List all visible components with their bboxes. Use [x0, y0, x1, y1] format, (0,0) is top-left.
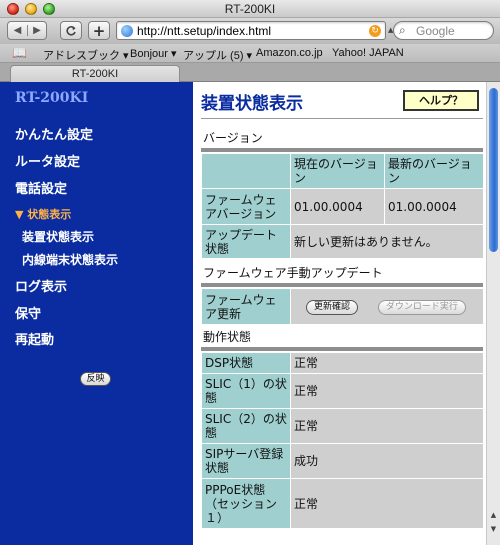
table-row: 現在のバージョン 最新のバージョン [201, 153, 484, 189]
table-row: PPPoE状態（セッション１） 正常 [201, 478, 484, 529]
sidebar-item-extension-status[interactable]: 内線端末状態表示 [22, 251, 118, 268]
firmware-update-label: ファームウェア更新 [201, 288, 291, 325]
pppoe-status-value: 正常 [290, 478, 484, 529]
update-status-label: アップデート状態 [201, 224, 291, 259]
table-cell-empty [201, 153, 291, 189]
url-text[interactable]: http://ntt.setup/index.html [137, 24, 271, 38]
sidebar-item-status-display[interactable]: ▼ 状態表示 [15, 206, 71, 222]
sidebar-title: RT-200KI [15, 90, 89, 106]
book-icon[interactable]: 📖 [12, 46, 27, 60]
site-globe-icon [121, 25, 133, 37]
reload-icon [66, 25, 76, 36]
address-bar[interactable]: http://ntt.setup/index.html ↻ [116, 21, 386, 40]
header-current-version: 現在のバージョン [290, 153, 385, 189]
search-input[interactable]: ⌕ Google [393, 21, 494, 40]
sip-status-label: SIPサーバ登録状態 [201, 443, 291, 479]
search-icon: ⌕ [399, 23, 406, 37]
version-table: 現在のバージョン 最新のバージョン ファームウェアバージョン 01.00.000… [201, 153, 484, 259]
apply-button[interactable]: 反映 [80, 372, 111, 386]
sidebar: RT-200KI かんたん設定 ルータ設定 電話設定 ▼ 状態表示 装置状態表示… [0, 82, 193, 545]
sip-status-value: 成功 [290, 443, 484, 479]
section-version-bar [201, 148, 483, 152]
check-update-button[interactable]: 更新確認 [306, 300, 359, 315]
page-title: 装置状態表示 [201, 94, 303, 114]
table-row: DSP状態 正常 [201, 352, 484, 374]
section-version-label: バージョン [203, 131, 263, 145]
scroll-down-icon[interactable]: ▼ [488, 524, 499, 535]
reload-button[interactable] [60, 21, 82, 40]
bookmark-apple[interactable]: アップル (5) ▾ [183, 47, 252, 63]
sidebar-item-device-status[interactable]: 装置状態表示 [22, 228, 94, 245]
main-content: 装置状態表示 ヘルプ？ バージョン 現在のバージョン 最新のバージョン ファーム… [193, 82, 486, 545]
back-forward-buttons: ◀ ▶ [7, 21, 47, 40]
slic1-status-label: SLIC（1）の状態 [201, 373, 291, 409]
slic2-status-label: SLIC（2）の状態 [201, 408, 291, 444]
table-row: ファームウェア更新 更新確認 ダウンロード実行 [201, 288, 484, 325]
sidebar-item-router-settings[interactable]: ルータ設定 [15, 151, 80, 170]
firmware-version-label: ファームウェアバージョン [201, 188, 291, 225]
bookmark-bonjour[interactable]: Bonjour ▾ [130, 47, 177, 60]
section-manual-update-bar [201, 283, 483, 287]
scrollbar-thumb[interactable] [489, 88, 498, 252]
bookmark-amazon[interactable]: Amazon.co.jp [256, 47, 323, 59]
manual-update-table: ファームウェア更新 更新確認 ダウンロード実行 [201, 288, 484, 325]
forward-arrow-icon[interactable]: ▶ [26, 25, 46, 36]
download-button[interactable]: ダウンロード実行 [377, 300, 466, 315]
table-row: SLIC（2）の状態 正常 [201, 408, 484, 444]
title-divider [201, 118, 483, 119]
dsp-status-label: DSP状態 [201, 352, 291, 374]
back-arrow-icon[interactable]: ◀ [8, 25, 27, 36]
add-bookmark-button[interactable]: + [88, 21, 110, 40]
rss-icon[interactable]: ↻ [369, 25, 381, 37]
window-titlebar: RT-200KI [0, 0, 500, 18]
current-version-value: 01.00.0004 [290, 188, 385, 225]
search-placeholder: Google [416, 24, 455, 38]
table-row: SIPサーバ登録状態 成功 [201, 443, 484, 479]
sidebar-item-maintenance[interactable]: 保守 [15, 303, 41, 322]
dsp-status-value: 正常 [290, 352, 484, 374]
pppoe-status-label: PPPoE状態（セッション１） [201, 478, 291, 529]
section-operation-bar [201, 347, 483, 351]
update-status-value: 新しい更新はありません。 [290, 224, 484, 259]
firmware-update-actions: 更新確認 ダウンロード実行 [290, 288, 484, 325]
bookmark-yahoo[interactable]: Yahoo! JAPAN [332, 47, 404, 59]
tab-rt200ki[interactable]: RT-200KI [10, 65, 180, 82]
table-row: ファームウェアバージョン 01.00.0004 01.00.0004 [201, 188, 484, 225]
browser-toolbar: ◀ ▶ + http://ntt.setup/index.html ↻ ▲ ⌕ … [0, 18, 500, 44]
latest-version-value: 01.00.0004 [384, 188, 484, 225]
help-button[interactable]: ヘルプ？ [403, 90, 479, 111]
operation-table: DSP状態 正常 SLIC（1）の状態 正常 SLIC（2）の状態 正常 SIP… [201, 352, 484, 529]
sidebar-item-easy-setup[interactable]: かんたん設定 [15, 124, 93, 143]
slic1-status-value: 正常 [290, 373, 484, 409]
section-manual-update-label: ファームウェア手動アップデート [203, 266, 383, 280]
bookmarks-bar: 📖 アドレスブック ▾ Bonjour ▾ アップル (5) ▾ Amazon.… [0, 44, 500, 63]
scroll-up-icon[interactable]: ▲ [488, 510, 499, 521]
sidebar-item-log[interactable]: ログ表示 [15, 276, 67, 295]
tab-bar: RT-200KI [0, 63, 500, 82]
slic2-status-value: 正常 [290, 408, 484, 444]
plus-icon: + [92, 21, 106, 40]
vertical-scrollbar[interactable]: ▲ ▼ [486, 82, 500, 545]
header-latest-version: 最新のバージョン [384, 153, 484, 189]
sidebar-item-phone-settings[interactable]: 電話設定 [15, 178, 67, 197]
bookmark-address-book[interactable]: アドレスブック ▾ [43, 47, 129, 63]
window-title: RT-200KI [224, 2, 276, 16]
section-operation-label: 動作状態 [203, 330, 252, 344]
table-row: SLIC（1）の状態 正常 [201, 373, 484, 409]
sidebar-item-restart[interactable]: 再起動 [15, 329, 54, 348]
table-row: アップデート状態 新しい更新はありません。 [201, 224, 484, 259]
